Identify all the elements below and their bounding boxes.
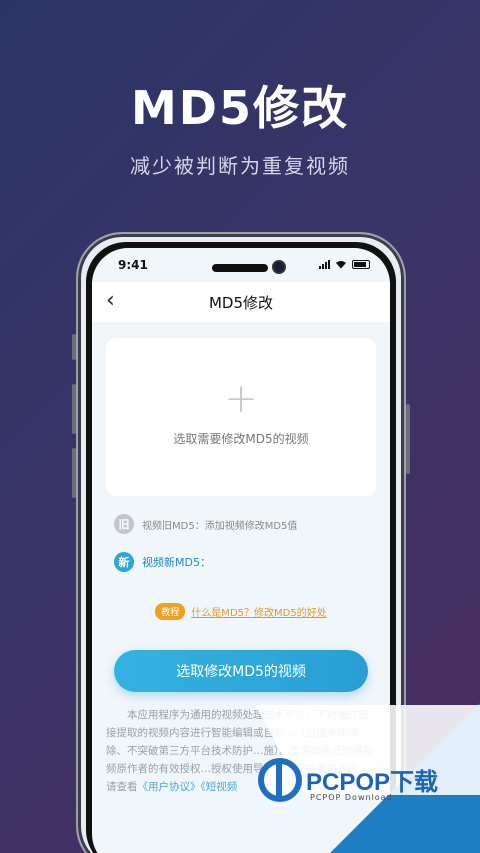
old-md5-row: 旧 视频旧MD5：添加视频修改MD5值 xyxy=(114,514,297,534)
watermark-brand: PCPOP下载 xyxy=(306,769,439,796)
watermark-sub: PCPOP Download xyxy=(310,793,393,802)
old-md5-icon: 旧 xyxy=(114,514,134,534)
status-time: 9:41 xyxy=(118,258,148,272)
status-icons xyxy=(319,260,370,269)
hero-subtitle: 减少被判断为重复视频 xyxy=(130,154,350,178)
plus-icon: + xyxy=(224,376,258,422)
old-md5-label: 视频旧MD5：添加视频修改MD5值 xyxy=(142,520,298,532)
phone-power-button xyxy=(406,404,410,474)
page-title: MD5修改 xyxy=(208,294,274,312)
select-video-label: 选取需要修改MD5的视频 xyxy=(173,432,309,446)
speaker-notch xyxy=(212,264,268,272)
user-agreement-link[interactable]: 《用户协议》 xyxy=(138,781,201,793)
phone-volume-up xyxy=(72,384,76,434)
short-video-link[interactable]: 《短视频 xyxy=(201,781,238,793)
tutorial-badge: 教程 xyxy=(155,603,186,620)
navigation-bar: ‹ MD5修改 xyxy=(92,282,390,322)
new-md5-label: 视频新MD5： xyxy=(142,556,211,569)
camera-icon xyxy=(272,260,286,274)
wifi-icon xyxy=(336,261,346,269)
select-video-area[interactable]: + 选取需要修改MD5的视频 xyxy=(106,338,376,496)
hero-title: MD5修改 xyxy=(131,81,349,135)
phone-volume-down xyxy=(72,448,76,498)
select-video-button[interactable]: 选取修改MD5的视频 xyxy=(114,650,368,692)
signal-icon xyxy=(319,260,330,269)
phone-mute-switch xyxy=(72,334,76,360)
new-md5-icon: 新 xyxy=(114,552,134,572)
status-bar: 9:41 xyxy=(92,258,390,276)
new-md5-row: 新 视频新MD5： xyxy=(114,552,211,572)
battery-icon xyxy=(352,260,370,269)
disclaimer-prefix: 请查看 xyxy=(106,781,138,793)
tutorial-link[interactable]: 什么是MD5？修改MD5的好处 xyxy=(191,604,326,619)
pcpop-logo-icon xyxy=(258,758,302,802)
tutorial-row: 教程 什么是MD5？修改MD5的好处 xyxy=(92,603,390,620)
